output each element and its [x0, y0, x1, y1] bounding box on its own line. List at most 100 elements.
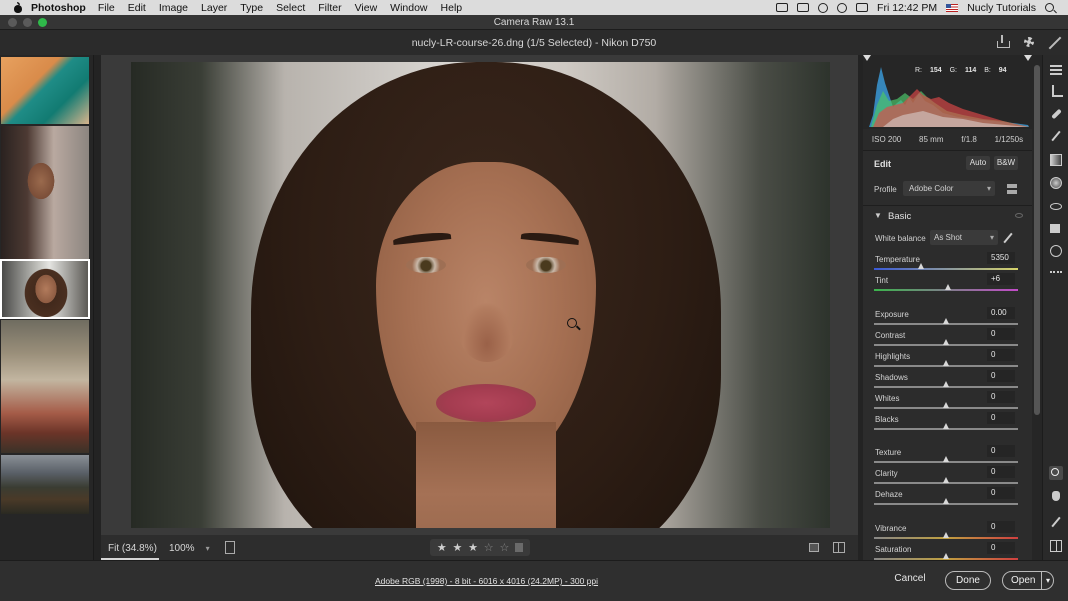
menu-layer[interactable]: Layer — [201, 2, 227, 14]
linear-gradient-icon[interactable] — [1049, 153, 1063, 167]
healing-bandage-icon[interactable] — [1049, 107, 1063, 121]
us-flag-icon[interactable] — [946, 3, 959, 12]
slider-value-input[interactable]: 0.00 — [987, 307, 1015, 319]
bw-button[interactable]: B&W — [994, 156, 1018, 170]
filmstrip-thumbnail-beach[interactable] — [1, 57, 89, 124]
slider-exposure[interactable]: Exposure 0.00 — [863, 307, 1032, 330]
wifi-icon[interactable] — [837, 2, 848, 13]
slider-contrast[interactable]: Contrast 0 — [863, 328, 1032, 351]
slider-shadows[interactable]: Shadows 0 — [863, 370, 1032, 393]
slider-handle[interactable] — [942, 532, 949, 538]
filmstrip-thumbnail-portrait-window[interactable] — [1, 126, 89, 259]
more-options-icon[interactable] — [1049, 265, 1063, 279]
zoom-window-button[interactable] — [38, 18, 47, 27]
menu-help[interactable]: Help — [441, 2, 463, 14]
single-view-icon[interactable] — [809, 543, 819, 552]
menu-view[interactable]: View — [355, 2, 378, 14]
compare-filmstrip-icon[interactable] — [225, 541, 235, 554]
auto-button[interactable]: Auto — [966, 156, 990, 170]
star-empty-icon[interactable]: ☆ — [499, 541, 509, 554]
menu-filter[interactable]: Filter — [318, 2, 341, 14]
slider-value-input[interactable]: 0 — [987, 412, 1015, 424]
slider-vibrance[interactable]: Vibrance 0 — [863, 521, 1032, 544]
star-filled-icon[interactable]: ★ — [437, 541, 447, 554]
slider-track[interactable] — [874, 268, 1018, 270]
slider-value-input[interactable]: 0 — [987, 487, 1015, 499]
toggle-grid-icon[interactable] — [1049, 539, 1063, 553]
screen-record-icon[interactable] — [776, 3, 789, 12]
slider-handle[interactable] — [942, 456, 949, 462]
profile-browser-grid-icon[interactable] — [1007, 184, 1017, 194]
slider-handle[interactable] — [942, 477, 949, 483]
fit-zoom-button[interactable]: Fit (34.8%) — [108, 543, 157, 554]
slider-handle[interactable] — [942, 402, 949, 408]
eyedropper-icon[interactable] — [1003, 232, 1013, 244]
portrait-photo-preview[interactable] — [131, 62, 830, 528]
slider-handle[interactable] — [942, 498, 949, 504]
menu-app-photoshop[interactable]: Photoshop — [31, 2, 86, 14]
zoom-tool-icon[interactable] — [1049, 466, 1063, 480]
close-window-button[interactable] — [8, 18, 17, 27]
slider-handle[interactable] — [942, 553, 949, 559]
slider-handle[interactable] — [942, 318, 949, 324]
slider-whites[interactable]: Whites 0 — [863, 391, 1032, 414]
filmstrip-thumbnail-portrait-selected[interactable] — [0, 259, 90, 319]
filmstrip-thumbnail-building[interactable] — [1, 320, 89, 453]
menu-type[interactable]: Type — [240, 2, 263, 14]
menu-window[interactable]: Window — [390, 2, 427, 14]
hand-tool-icon[interactable] — [1049, 489, 1063, 503]
panel-scrollbar[interactable] — [1032, 55, 1042, 560]
slider-blacks[interactable]: Blacks 0 — [863, 412, 1032, 435]
slider-handle[interactable] — [945, 284, 952, 290]
display-icon[interactable] — [797, 3, 810, 12]
fullscreen-expand-icon[interactable] — [1048, 35, 1062, 49]
slider-value-input[interactable]: 0 — [987, 466, 1015, 478]
slider-tint[interactable]: Tint +6 — [863, 273, 1032, 296]
slider-value-input[interactable]: 0 — [987, 445, 1015, 457]
slider-value-input[interactable]: 0 — [987, 542, 1015, 554]
trash-icon[interactable] — [515, 543, 524, 552]
slider-handle[interactable] — [942, 360, 949, 366]
snapshots-icon[interactable] — [1049, 221, 1063, 235]
slider-value-input[interactable]: 0 — [987, 370, 1015, 382]
slider-temperature[interactable]: Temperature 5350 — [863, 252, 1032, 275]
star-filled-icon[interactable]: ★ — [453, 541, 463, 554]
slider-value-input[interactable]: 0 — [987, 391, 1015, 403]
slider-dehaze[interactable]: Dehaze 0 — [863, 487, 1032, 510]
zoom-level-select[interactable]: 100% — [169, 543, 210, 554]
slider-clarity[interactable]: Clarity 0 — [863, 466, 1032, 489]
profile-select[interactable]: Adobe Color — [903, 181, 995, 196]
edit-sliders-icon[interactable] — [1049, 63, 1063, 77]
star-filled-icon[interactable]: ★ — [468, 541, 478, 554]
open-button[interactable]: Open — [1002, 571, 1054, 590]
crop-icon[interactable] — [1049, 85, 1063, 99]
presets-icon[interactable] — [1049, 244, 1063, 258]
menu-file[interactable]: File — [98, 2, 115, 14]
menu-edit[interactable]: Edit — [128, 2, 146, 14]
creative-cloud-icon[interactable] — [818, 2, 829, 13]
basic-section-header[interactable]: ▼ Basic — [863, 205, 1032, 225]
slider-highlights[interactable]: Highlights 0 — [863, 349, 1032, 372]
done-button[interactable]: Done — [945, 571, 991, 590]
airplay-icon[interactable] — [856, 3, 869, 12]
radial-gradient-icon[interactable] — [1049, 176, 1063, 190]
apple-icon[interactable] — [12, 1, 24, 14]
slider-handle[interactable] — [918, 263, 925, 269]
before-after-view-icon[interactable] — [833, 542, 845, 553]
cancel-button[interactable]: Cancel — [885, 573, 935, 584]
slider-value-input[interactable]: 0 — [987, 521, 1015, 533]
menu-image[interactable]: Image — [159, 2, 188, 14]
slider-texture[interactable]: Texture 0 — [863, 445, 1032, 468]
save-image-icon[interactable] — [996, 35, 1010, 49]
chevron-down-icon[interactable]: ▼ — [874, 211, 882, 220]
menubar-clock[interactable]: Fri 12:42 PM — [877, 2, 937, 14]
star-empty-icon[interactable]: ☆ — [484, 541, 494, 554]
slider-handle[interactable] — [942, 381, 949, 387]
slider-value-input[interactable]: 0 — [987, 349, 1015, 361]
white-balance-select[interactable]: As Shot — [930, 230, 998, 245]
visibility-eye-icon[interactable] — [1015, 213, 1023, 218]
slider-value-input[interactable]: 0 — [987, 328, 1015, 340]
color-sampler-icon[interactable] — [1049, 516, 1063, 530]
red-eye-icon[interactable] — [1049, 199, 1063, 213]
panel-scrollbar-thumb[interactable] — [1034, 65, 1040, 415]
